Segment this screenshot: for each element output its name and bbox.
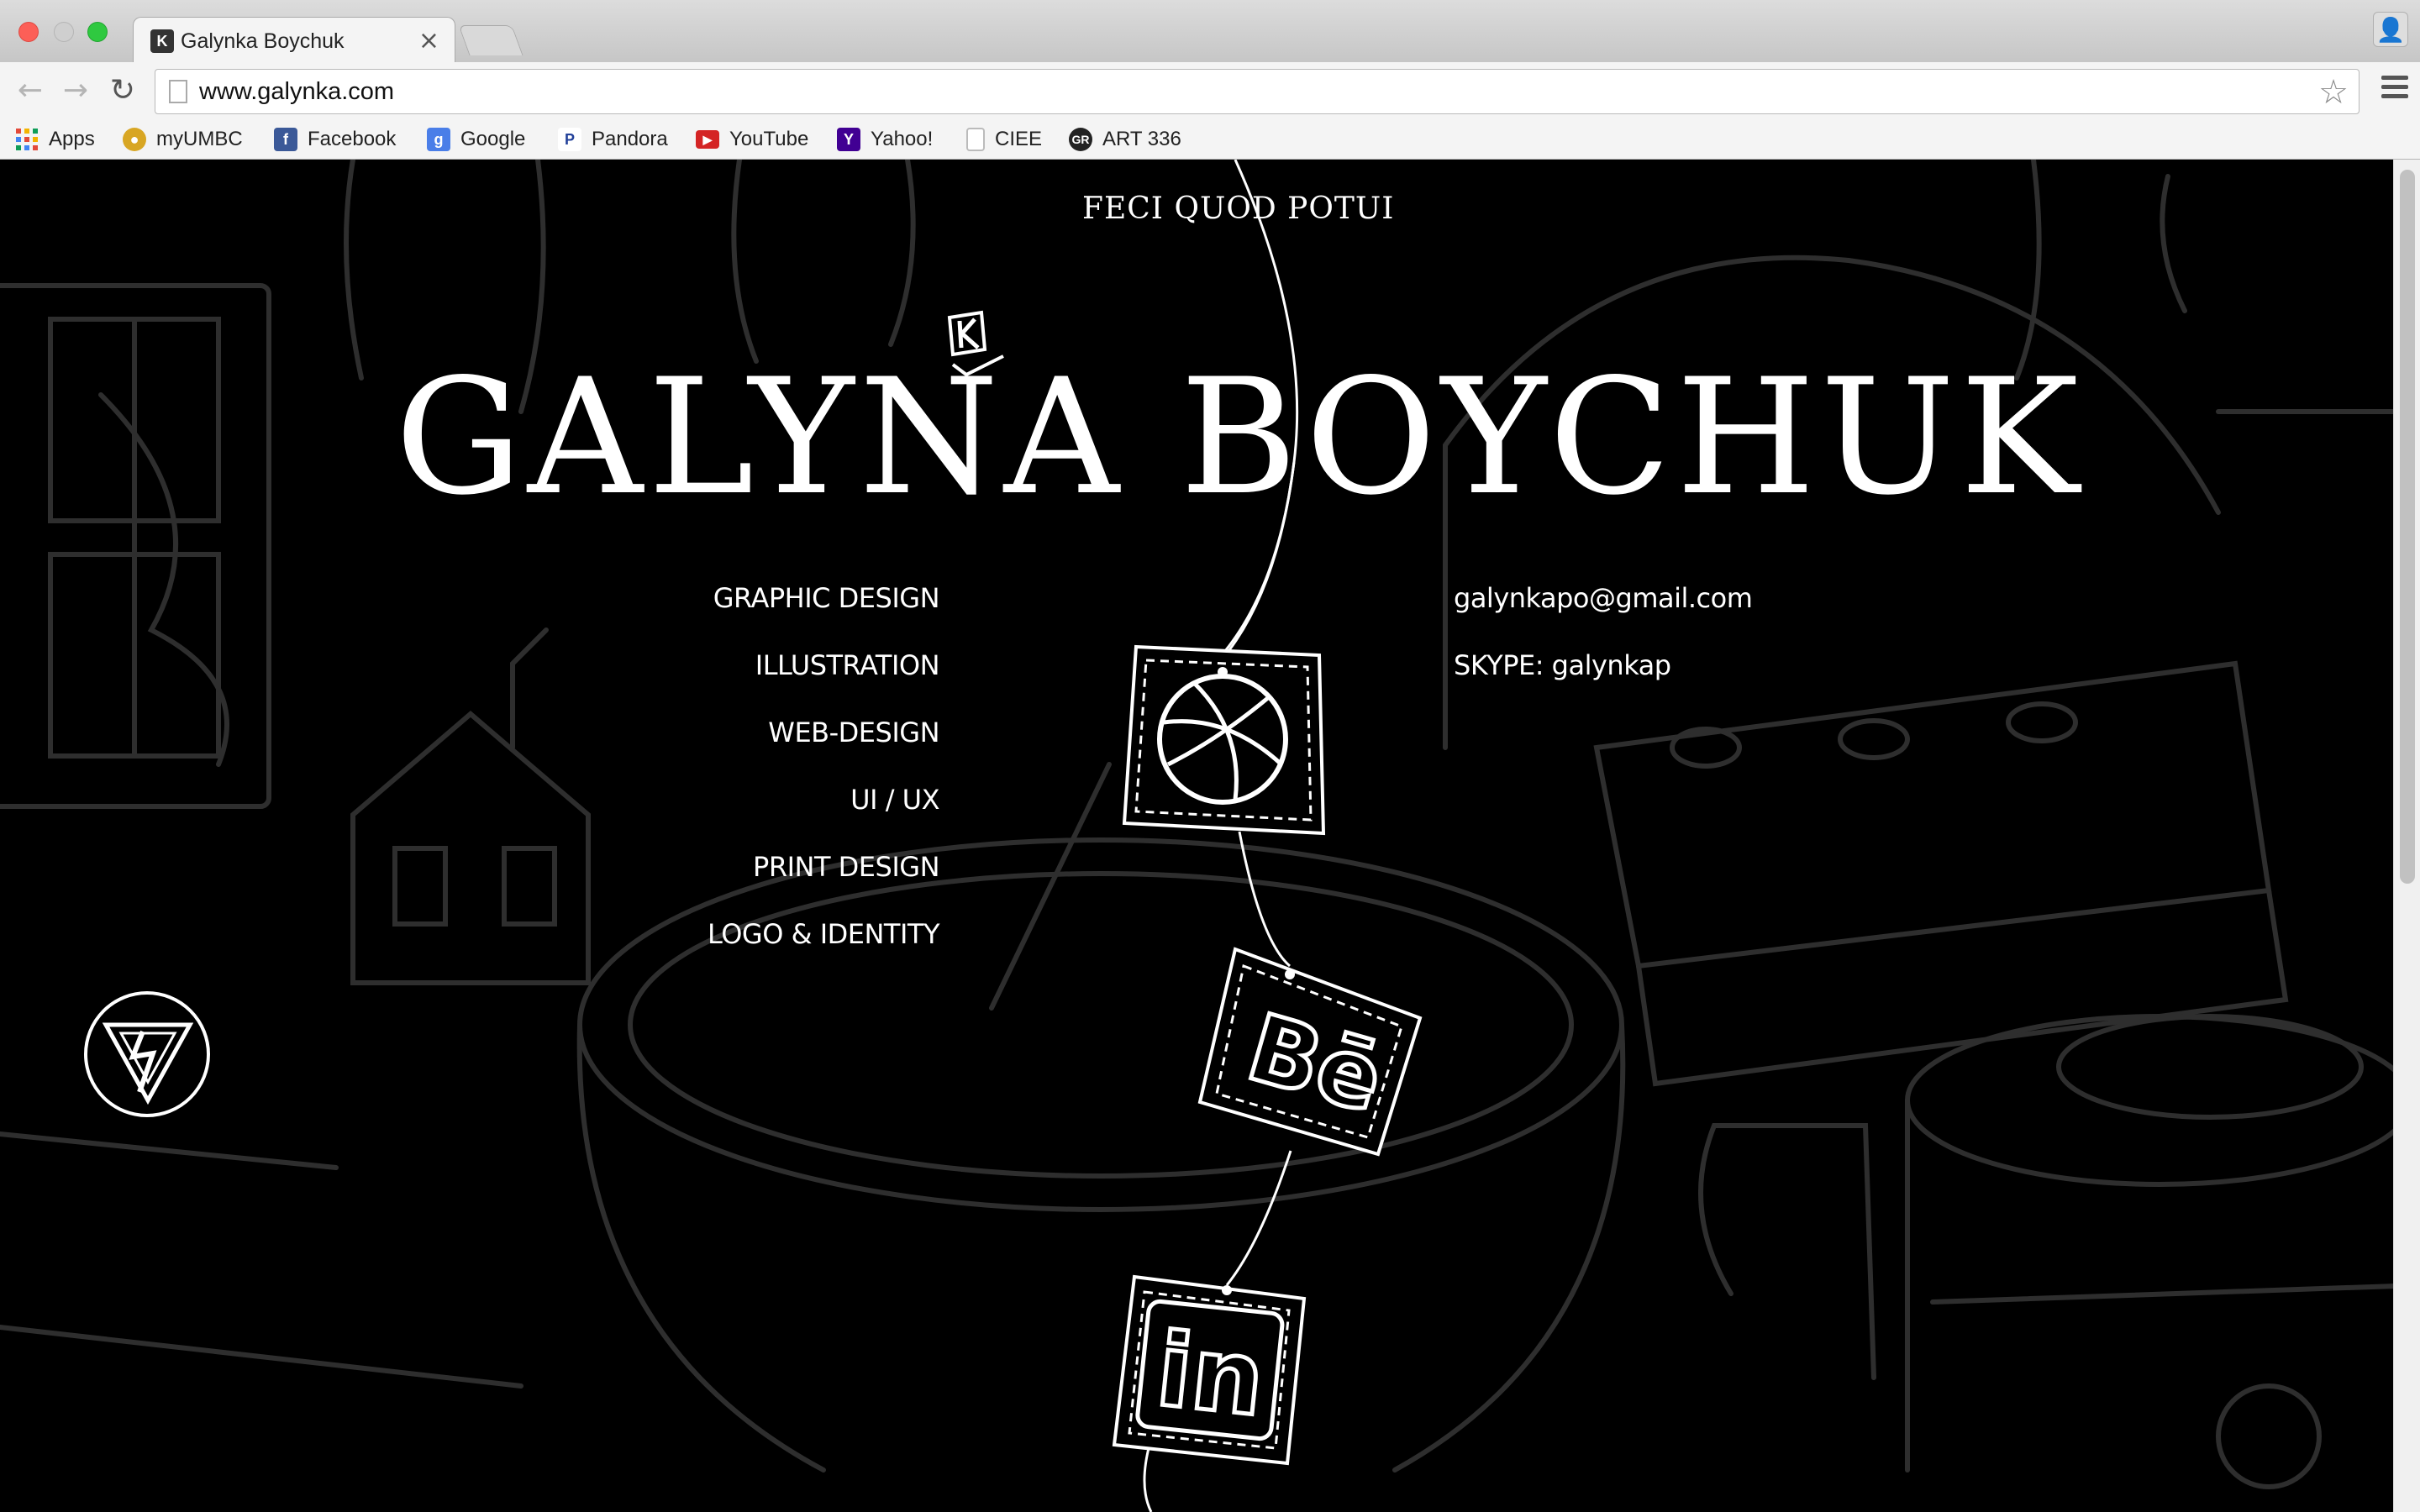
linkedin-icon[interactable]: in — [1109, 1268, 1311, 1470]
nav-ui-ux[interactable]: UI / UX — [708, 766, 939, 833]
nav-graphic-design[interactable]: GRAPHIC DESIGN — [708, 564, 940, 632]
bookmark-myumbc[interactable]: ● myUMBC — [123, 126, 243, 153]
svg-text:in: in — [1151, 1312, 1269, 1439]
tab-close-icon[interactable]: × — [418, 26, 439, 55]
bookmark-ciee[interactable]: CIEE — [966, 126, 1042, 153]
bookmark-apps[interactable]: Apps — [15, 126, 95, 153]
bookmark-label: Yahoo! — [871, 128, 934, 150]
dribbble-icon[interactable] — [1118, 638, 1328, 840]
browser-tab-active[interactable]: K Galynka Boychuk × — [133, 17, 455, 64]
lightning-triangle-icon — [102, 1022, 194, 1105]
reload-button[interactable]: ↻ — [104, 72, 141, 109]
site-title: GALYNA BOYCHUK — [395, 344, 2085, 530]
page-icon — [169, 80, 187, 103]
address-bar[interactable]: www.galynka.com ☆ — [155, 69, 2360, 114]
bookmark-label: Apps — [49, 128, 95, 150]
page-viewport: Bē in FECI QUOD POTUI GALYNA BOYCHUK GRA… — [0, 160, 2420, 1512]
window-maximize-button[interactable] — [87, 22, 108, 42]
window-minimize-button[interactable] — [54, 22, 74, 42]
bookmark-label: Facebook — [308, 128, 397, 150]
window-close-button[interactable] — [18, 22, 39, 42]
bookmark-label: Pandora — [592, 128, 668, 150]
tab-title: Galynka Boychuk — [181, 29, 345, 53]
nav-illustration[interactable]: ILLUSTRATION — [708, 632, 940, 699]
bookmark-label: Google — [460, 128, 526, 150]
yahoo-icon: Y — [837, 128, 860, 151]
bookmark-star-icon[interactable]: ☆ — [2318, 73, 2349, 112]
bookmark-label: YouTube — [729, 128, 809, 150]
bookmarks-bar: Apps ● myUMBC f Facebook g Google P Pand… — [0, 119, 2420, 160]
nav-logo-identity[interactable]: LOGO & IDENTITY — [708, 900, 939, 968]
circular-badge-logo[interactable] — [84, 991, 210, 1117]
behance-icon[interactable]: Bē — [1193, 942, 1428, 1161]
bookmark-label: ART 336 — [1102, 128, 1181, 150]
browser-titlebar: K Galynka Boychuk × 👤 — [0, 0, 2420, 64]
paw-icon: ● — [123, 128, 146, 151]
bookmark-art336[interactable]: GR ART 336 — [1069, 126, 1181, 153]
bookmark-pandora[interactable]: P Pandora — [558, 126, 668, 153]
facebook-icon: f — [274, 128, 297, 151]
bookmark-youtube[interactable]: ▶ YouTube — [696, 126, 808, 153]
contact-skype: SKYPE: galynkap — [1454, 649, 1671, 681]
browser-toolbar: ← → ↻ www.galynka.com ☆ — [0, 62, 2420, 119]
bookmark-label: CIEE — [995, 128, 1043, 150]
nav-print-design[interactable]: PRINT DESIGN — [708, 833, 939, 900]
bookmark-facebook[interactable]: f Facebook — [274, 126, 396, 153]
back-button[interactable]: ← — [12, 72, 49, 109]
apps-grid-icon — [15, 128, 39, 151]
youtube-icon: ▶ — [696, 130, 719, 149]
pandora-icon: P — [558, 128, 581, 151]
bookmark-label: myUMBC — [156, 128, 243, 150]
new-tab-button[interactable] — [458, 25, 523, 55]
url-text[interactable]: www.galynka.com — [199, 78, 394, 106]
site-favicon-icon: K — [150, 29, 174, 53]
google-icon: g — [427, 128, 450, 151]
contact-email[interactable]: galynkapo@gmail.com — [1454, 564, 1753, 632]
services-nav: GRAPHIC DESIGN ILLUSTRATION WEB-DESIGN U… — [708, 564, 939, 968]
scrollbar-thumb[interactable] — [2400, 170, 2415, 884]
profile-icon[interactable]: 👤 — [2373, 12, 2408, 47]
page-icon — [966, 128, 985, 151]
bookmark-yahoo[interactable]: Y Yahoo! — [837, 126, 933, 153]
page-scrollbar[interactable] — [2393, 160, 2420, 1512]
bookmark-google[interactable]: g Google — [427, 126, 525, 153]
gr-icon: GR — [1069, 128, 1092, 151]
site-motto: FECI QUOD POTUI — [1082, 192, 1395, 226]
nav-web-design[interactable]: WEB-DESIGN — [708, 699, 939, 766]
forward-button[interactable]: → — [57, 72, 94, 109]
browser-menu-icon[interactable] — [2381, 76, 2408, 106]
contact-info: galynkapo@gmail.com SKYPE: galynkap — [1454, 564, 1753, 699]
